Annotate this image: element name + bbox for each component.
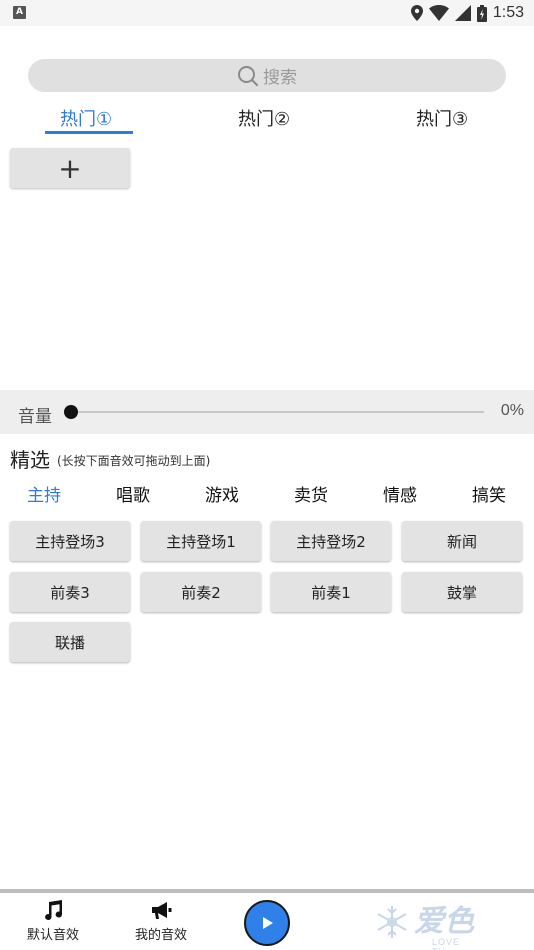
location-icon — [410, 5, 423, 21]
wifi-icon — [428, 5, 449, 21]
notification-badge: A — [13, 6, 26, 19]
music-note-icon — [45, 900, 63, 921]
battery-icon — [476, 4, 487, 22]
tab-hot-2[interactable]: 热门② — [238, 108, 290, 136]
snowflake-icon — [377, 906, 407, 938]
volume-row: 音量 0% — [0, 390, 534, 434]
effect-button[interactable]: 主持登场1 — [141, 521, 261, 561]
brand-subtitle: LOVE TV — [432, 937, 461, 950]
add-effect-button[interactable]: + — [10, 148, 130, 188]
effect-button[interactable]: 前奏2 — [141, 572, 261, 612]
play-button[interactable] — [244, 900, 290, 946]
effect-button[interactable]: 主持登场2 — [271, 521, 391, 561]
search-icon — [238, 65, 259, 86]
bottom-nav: 默认音效 我的音效 爱色 LOVE TV — [0, 893, 534, 950]
volume-label: 音量 — [18, 407, 52, 427]
nav-default-effects[interactable]: 默认音效 — [27, 899, 79, 943]
volume-value: 0% — [500, 402, 524, 419]
brand-text: 爱色 — [414, 904, 474, 939]
tab-hot-3[interactable]: 热门③ — [416, 108, 468, 136]
search-input[interactable]: 搜索 — [28, 59, 506, 92]
active-tab-indicator — [45, 131, 133, 134]
nav-my-effects[interactable]: 我的音效 — [135, 899, 187, 943]
effect-button[interactable]: 前奏1 — [271, 572, 391, 612]
volume-slider[interactable] — [70, 411, 484, 413]
tab-emotion[interactable]: 情感 — [383, 484, 417, 510]
tab-game[interactable]: 游戏 — [205, 484, 239, 510]
status-time: 1:53 — [492, 4, 524, 21]
featured-hint: (长按下面音效可拖动到上面) — [57, 454, 211, 468]
play-icon — [263, 917, 273, 929]
tab-selling[interactable]: 卖货 — [294, 484, 328, 510]
tab-singing[interactable]: 唱歌 — [116, 484, 150, 510]
status-icons: 1:53 — [410, 3, 524, 23]
effect-button[interactable]: 前奏3 — [10, 572, 130, 612]
status-bar: A 1:53 — [0, 0, 534, 26]
category-tabs: 主持 唱歌 游戏 卖货 情感 搞笑 — [0, 484, 534, 510]
megaphone-icon — [152, 902, 172, 919]
effect-button[interactable]: 鼓掌 — [402, 572, 522, 612]
search-placeholder: 搜索 — [263, 68, 297, 88]
effect-button[interactable]: 主持登场3 — [10, 521, 130, 561]
nav-default-label: 默认音效 — [27, 928, 80, 943]
signal-icon — [454, 5, 471, 21]
effect-button[interactable]: 联播 — [10, 622, 130, 662]
brand-logo: 爱色 LOVE TV — [374, 899, 474, 950]
tab-funny[interactable]: 搞笑 — [472, 484, 506, 510]
effect-button[interactable]: 新闻 — [402, 521, 522, 561]
tab-host[interactable]: 主持 — [27, 484, 61, 510]
featured-title: 精选 — [10, 448, 50, 472]
volume-slider-thumb[interactable] — [64, 405, 78, 419]
nav-mine-label: 我的音效 — [135, 928, 188, 943]
